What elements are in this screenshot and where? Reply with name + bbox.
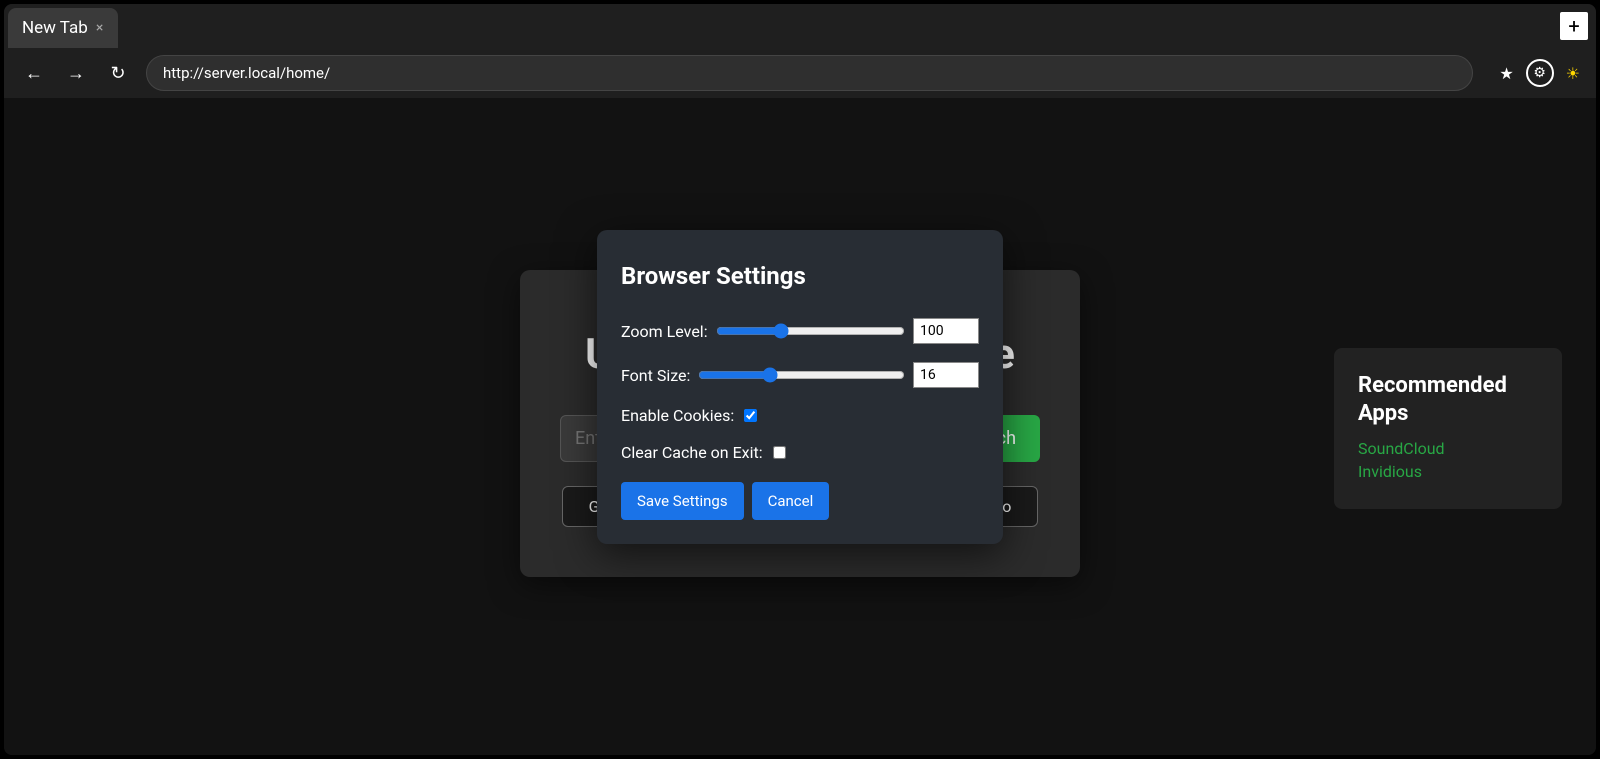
- font-label: Font Size:: [621, 366, 690, 385]
- recommended-apps-card: Recommended Apps SoundCloud Invidious: [1334, 348, 1562, 509]
- modal-title: Browser Settings: [621, 262, 979, 290]
- tab-title: New Tab: [22, 18, 88, 38]
- zoom-row: Zoom Level:: [621, 318, 979, 344]
- clear-cache-row: Clear Cache on Exit:: [621, 443, 979, 462]
- cookies-label: Enable Cookies:: [621, 406, 734, 425]
- reload-icon[interactable]: ↻: [104, 63, 132, 84]
- font-value-input[interactable]: [913, 362, 979, 388]
- back-icon[interactable]: ←: [20, 63, 48, 84]
- gear-icon[interactable]: ⚙: [1526, 59, 1554, 87]
- clear-cache-label: Clear Cache on Exit:: [621, 443, 763, 462]
- nav-right-icons: ★ ⚙ ☀: [1499, 59, 1580, 87]
- browser-window: New Tab × + ← → ↻ ★ ⚙ ☀ UltraViolet Home…: [4, 4, 1596, 755]
- browser-tab[interactable]: New Tab ×: [8, 8, 118, 48]
- sun-icon[interactable]: ☀: [1566, 64, 1580, 83]
- new-tab-button[interactable]: +: [1560, 12, 1588, 40]
- save-settings-button[interactable]: Save Settings: [621, 482, 744, 520]
- zoom-label: Zoom Level:: [621, 322, 708, 341]
- url-input[interactable]: [146, 55, 1473, 91]
- recommended-title: Recommended Apps: [1358, 372, 1538, 427]
- zoom-slider[interactable]: [716, 322, 905, 340]
- font-row: Font Size:: [621, 362, 979, 388]
- recommended-app-soundcloud[interactable]: SoundCloud: [1358, 439, 1538, 458]
- cancel-button[interactable]: Cancel: [752, 482, 830, 520]
- clear-cache-checkbox[interactable]: [773, 446, 786, 459]
- forward-icon[interactable]: →: [62, 63, 90, 84]
- recommended-app-invidious[interactable]: Invidious: [1358, 462, 1538, 481]
- font-slider[interactable]: [698, 366, 905, 384]
- zoom-value-input[interactable]: [913, 318, 979, 344]
- bookmark-icon[interactable]: ★: [1499, 64, 1513, 83]
- settings-modal: Browser Settings Zoom Level: Font Size: …: [597, 230, 1003, 544]
- tab-bar: New Tab × +: [4, 4, 1596, 48]
- cookies-row: Enable Cookies:: [621, 406, 979, 425]
- close-icon[interactable]: ×: [96, 21, 103, 35]
- modal-button-row: Save Settings Cancel: [621, 482, 979, 520]
- navigation-bar: ← → ↻ ★ ⚙ ☀: [4, 48, 1596, 98]
- cookies-checkbox[interactable]: [744, 409, 757, 422]
